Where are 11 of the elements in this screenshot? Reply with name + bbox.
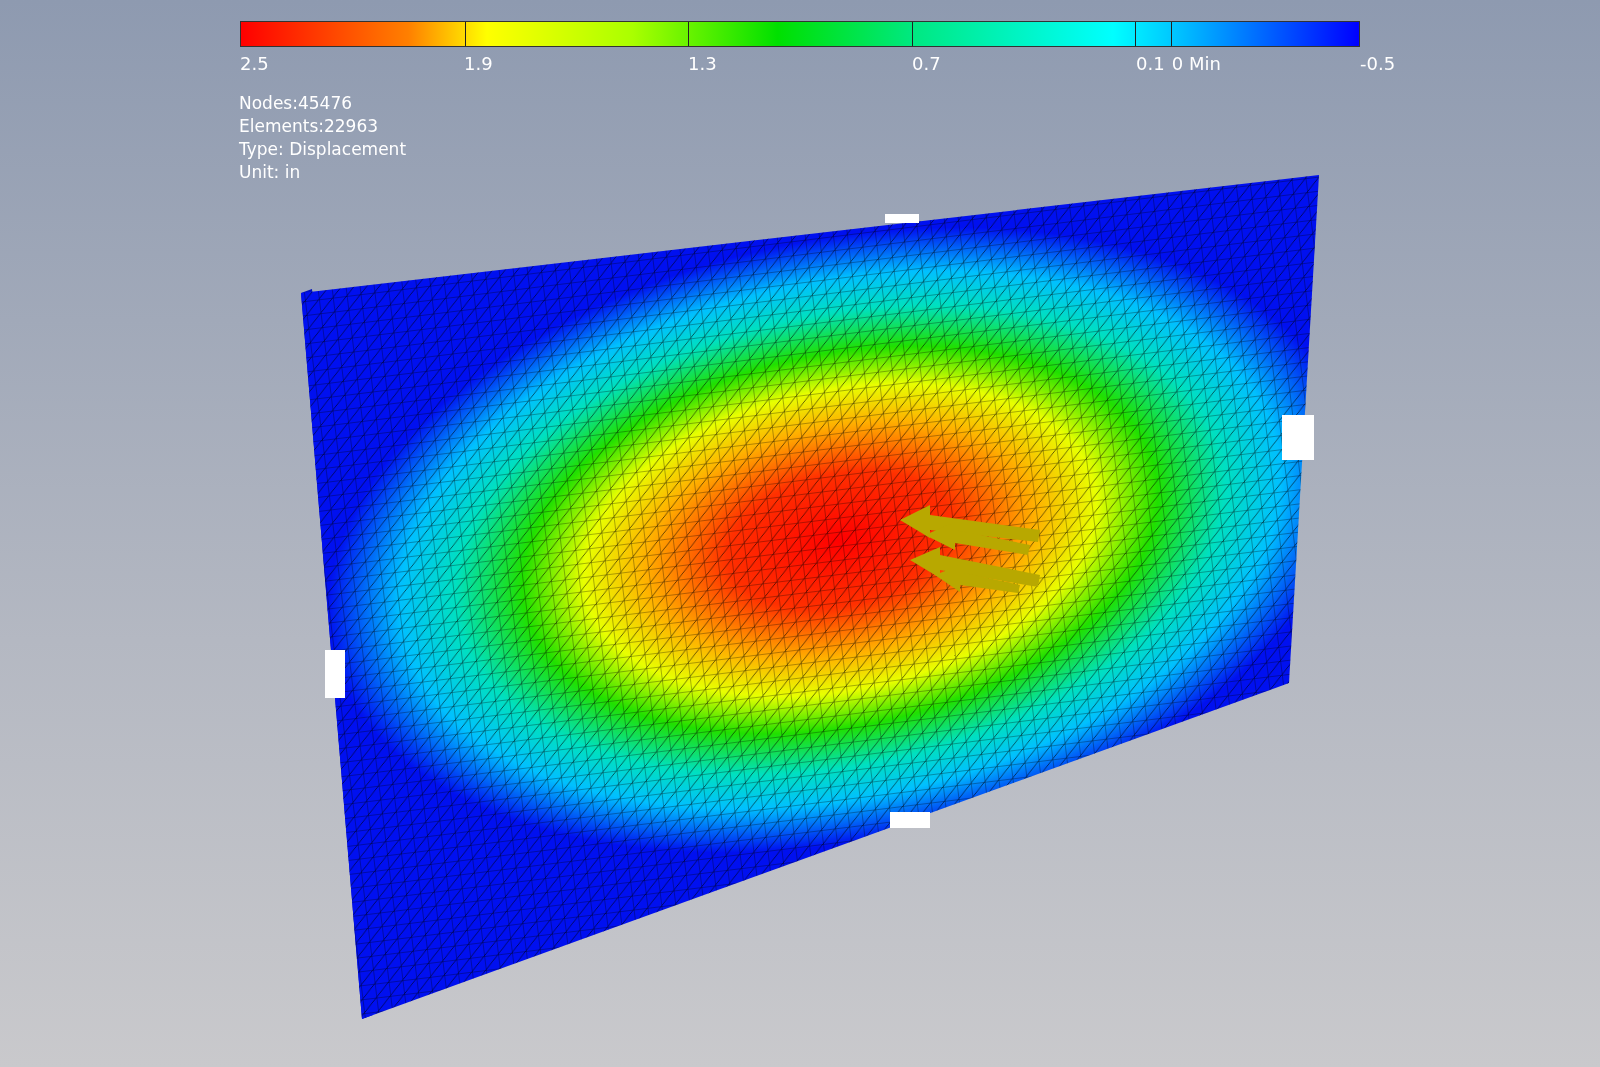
scale-label: 1.3 — [688, 53, 717, 75]
scale-label: 2.5 — [240, 53, 269, 75]
scale-label: 0.1 — [1136, 53, 1165, 75]
result-info-text: Unit: in — [239, 161, 302, 184]
result-info-text: Type: Displacement — [239, 138, 407, 161]
scale-label: 0 Min — [1171, 53, 1221, 75]
scale-label: 1.9 — [464, 53, 493, 75]
result-info-text: Elements:22963 — [239, 115, 380, 138]
scale-label: 0.7 — [912, 53, 941, 75]
scale-label: -0.5 — [1360, 53, 1396, 75]
result-info-text: Nodes:45476 — [239, 92, 354, 115]
